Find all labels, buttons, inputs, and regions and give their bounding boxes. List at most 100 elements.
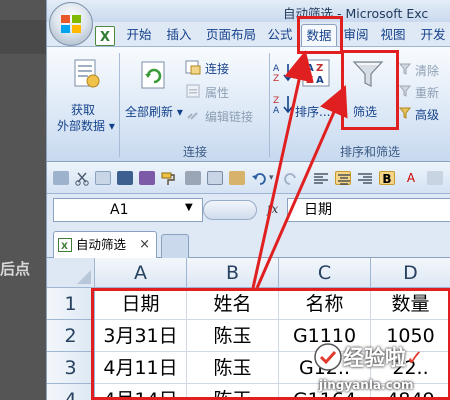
spell-check-icon[interactable] xyxy=(229,171,245,185)
properties-label: 属性 xyxy=(205,86,230,100)
align-right-icon[interactable] xyxy=(357,171,373,185)
group-sort-filter-label: 排序和筛选 xyxy=(339,145,400,159)
screenshot-root: 后点 自动筛选 - Microsoft Exc X 开始 插入 页面布局 公式 xyxy=(0,0,450,400)
name-box[interactable]: A1 xyxy=(53,198,203,222)
connections-label: 连接 xyxy=(205,62,230,76)
workbook-tab[interactable]: X 自动筛选 × xyxy=(53,231,157,258)
connections-button[interactable]: 连接 xyxy=(185,59,265,77)
edit-links-icon xyxy=(187,112,198,120)
title-bar: 自动筛选 - Microsoft Exc xyxy=(47,0,450,22)
backdrop-toolbar-strip xyxy=(0,20,46,54)
clear-filter-icon xyxy=(399,63,412,75)
sort-za-icon[interactable]: Z A xyxy=(273,93,295,115)
group-connections-label: 连接 xyxy=(182,145,207,159)
advanced-label: 高级 xyxy=(415,108,440,122)
formula-bar-splitter[interactable] xyxy=(203,200,257,220)
watermark-check-icon: ✓ xyxy=(406,346,424,370)
watermark-main-text: 经验啦✓ xyxy=(343,342,424,372)
excel-window: 自动筛选 - Microsoft Exc X 开始 插入 页面布局 公式 数据 … xyxy=(46,0,450,400)
svg-text:Z: Z xyxy=(273,74,279,83)
corner-triangle-icon xyxy=(77,270,91,284)
column-header-c[interactable]: C xyxy=(279,258,371,288)
row-header[interactable]: 1 xyxy=(47,288,95,320)
tab-page-layout[interactable]: 页面布局 xyxy=(201,24,261,46)
align-center-icon[interactable] xyxy=(335,171,351,185)
external-data-icon xyxy=(74,59,100,88)
edit-links-label: 编辑链接 xyxy=(205,110,254,124)
close-tab-icon[interactable]: × xyxy=(139,232,150,257)
svg-text:Z: Z xyxy=(273,96,279,106)
bold-icon[interactable]: B xyxy=(379,171,395,186)
watermark: 经验啦✓ jingyanla.com xyxy=(309,342,450,400)
tab-view[interactable]: 视图 xyxy=(375,24,411,46)
column-header-d[interactable]: D xyxy=(371,258,450,288)
save-as-icon[interactable] xyxy=(139,171,155,185)
font-color-icon[interactable]: A xyxy=(403,171,419,185)
refresh-all-label: 全部刷新 ▾ xyxy=(125,105,183,119)
office-button[interactable] xyxy=(49,2,93,46)
sort-button[interactable]: A Z Z A 排序... xyxy=(295,53,339,123)
svg-text:A: A xyxy=(273,106,280,115)
watermark-url: jingyanla.com xyxy=(319,378,414,392)
tab-developer[interactable]: 开发 xyxy=(415,24,450,46)
undo-dropdown-icon[interactable]: ▾ xyxy=(269,171,279,185)
tab-home[interactable]: 开始 xyxy=(121,24,157,46)
sort-dialog-icon: A Z Z A xyxy=(302,59,330,87)
svg-text:Z: Z xyxy=(316,63,323,74)
row-header[interactable]: 2 xyxy=(47,320,95,352)
redo-icon[interactable] xyxy=(283,171,299,185)
reapply-icon xyxy=(399,85,412,97)
svg-text:A: A xyxy=(306,63,314,74)
refresh-icon xyxy=(141,61,165,89)
row-header[interactable]: 4 xyxy=(47,384,95,400)
clear-filter-button[interactable]: 清除 xyxy=(399,61,450,79)
svg-text:Z: Z xyxy=(306,75,313,86)
sort-az-icon[interactable]: A Z xyxy=(273,61,295,83)
svg-text:X: X xyxy=(100,30,110,45)
tab-insert[interactable]: 插入 xyxy=(161,24,197,46)
formatting-toolbar: ▾ B A xyxy=(47,162,450,194)
fx-icon[interactable]: fx xyxy=(267,202,278,216)
name-box-dropdown-icon[interactable]: ▼ xyxy=(185,202,193,213)
save-icon[interactable] xyxy=(117,171,133,185)
format-painter-icon[interactable] xyxy=(161,171,177,185)
edit-links-button[interactable]: 编辑链接 xyxy=(185,107,267,125)
align-left-icon[interactable] xyxy=(313,171,329,185)
undo-icon[interactable] xyxy=(251,171,267,185)
paste-icon[interactable] xyxy=(95,171,111,185)
new-tab-button[interactable] xyxy=(161,234,189,258)
excel-quick-access-icon[interactable]: X xyxy=(95,26,115,46)
formula-bar: A1 ▼ fx 日期 xyxy=(47,194,450,226)
tab-review[interactable]: 审阅 xyxy=(341,24,371,46)
properties-button[interactable]: 属性 xyxy=(185,83,265,101)
properties-icon xyxy=(186,84,200,98)
watermark-logo-icon xyxy=(314,343,342,371)
select-all-corner[interactable] xyxy=(47,258,95,288)
copy-icon[interactable] xyxy=(53,171,69,185)
connections-icon xyxy=(185,60,201,75)
reapply-button[interactable]: 重新 xyxy=(399,83,450,101)
get-external-line1: 获取 xyxy=(71,103,96,117)
refresh-all-button[interactable]: 全部刷新 ▾ xyxy=(123,53,185,123)
clear-label: 清除 xyxy=(415,64,440,78)
excel-x-icon: X xyxy=(100,30,110,45)
group-separator xyxy=(269,53,270,157)
get-external-data-button[interactable]: 获取 外部数据 ▾ xyxy=(55,53,117,133)
print-preview-icon[interactable] xyxy=(207,171,223,185)
advanced-filter-button[interactable]: 高级 xyxy=(399,105,450,123)
borders-icon[interactable] xyxy=(427,171,443,185)
row-header[interactable]: 3 xyxy=(47,352,95,384)
group-separator xyxy=(119,53,120,157)
get-external-line2: 外部数据 ▾ xyxy=(57,119,115,133)
column-header-b[interactable]: B xyxy=(187,258,279,288)
svg-text:X: X xyxy=(61,242,68,252)
column-header-a[interactable]: A xyxy=(95,258,187,288)
cut-icon[interactable] xyxy=(75,171,89,186)
watermark-brand: 经验啦 xyxy=(343,346,406,370)
svg-text:A: A xyxy=(273,64,280,74)
tab-formulas[interactable]: 公式 xyxy=(265,24,295,46)
print-icon[interactable] xyxy=(185,171,201,185)
office-logo-icon xyxy=(61,15,81,33)
data-tab-highlight xyxy=(297,16,343,54)
formula-input[interactable]: 日期 xyxy=(287,198,450,222)
